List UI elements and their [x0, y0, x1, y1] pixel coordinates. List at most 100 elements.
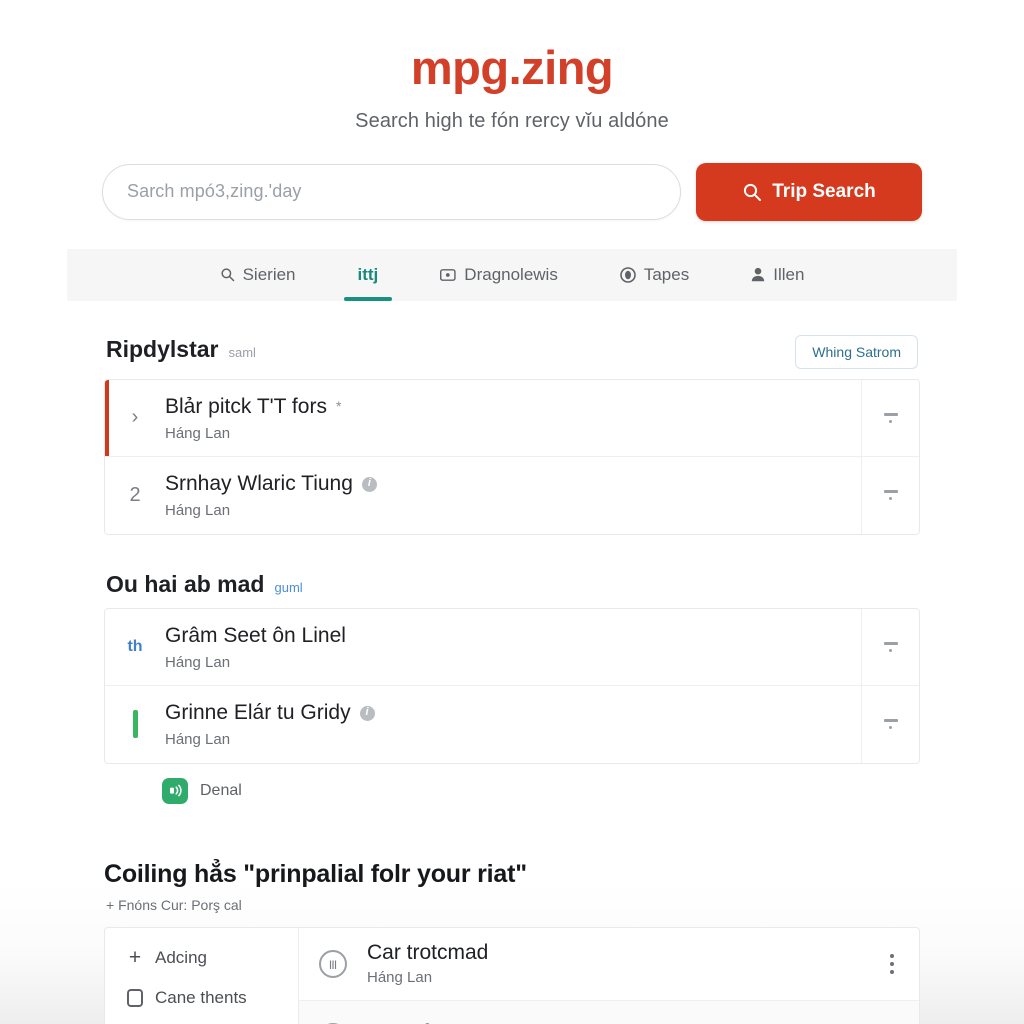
- section-ou-hai-ab-mad: Ou hai ab mad guml th Grâm Seet ôn Linel…: [104, 571, 920, 804]
- circle-train-icon: |||: [319, 949, 347, 978]
- coiling-panel: + Adcing Cane thents Autipoda ||| Car tr…: [104, 926, 920, 1024]
- sidebar-item-label: Adcing: [155, 947, 207, 967]
- row-content: Srnhay Wlaric Tiung i Háng Lan: [165, 471, 861, 519]
- tab-bar: Sierien ittj Dragnolewis Tapes Illen: [67, 248, 957, 301]
- row-content: Grâm Seet ôn Linel Háng Lan: [165, 623, 861, 671]
- list-item[interactable]: th Grâm Seet ôn Linel Háng Lan: [105, 608, 919, 686]
- row-lead-marker: th: [127, 637, 143, 655]
- row-title-wrap: Srnhay Wlaric Tiung i: [165, 471, 845, 497]
- tab-sierien[interactable]: Sierien: [206, 249, 310, 301]
- row-title-wrap: Grinne Elár tu Gridy i: [165, 700, 845, 726]
- tab-label: ittj: [357, 264, 379, 284]
- dot-icon: [889, 419, 892, 423]
- tab-label: Sierien: [242, 264, 296, 284]
- row-accent-bar: [105, 609, 109, 685]
- row-lead-chevron: ›: [131, 406, 139, 429]
- star-icon: *: [335, 397, 342, 414]
- dot-icon: [889, 726, 892, 730]
- search-placeholder: Sarch mpó3,zing.'day: [127, 181, 302, 202]
- kebab-icon[interactable]: [873, 953, 911, 974]
- ou-hai-list: th Grâm Seet ôn Linel Háng Lan Grinne El…: [104, 607, 920, 764]
- row-menu-button[interactable]: [861, 685, 919, 763]
- row-content: Car trotcmad Háng Lan: [367, 941, 873, 986]
- tab-ittj[interactable]: ittj: [343, 249, 393, 301]
- row-content: Blảr pitck T'T fors * Háng Lan: [165, 394, 861, 442]
- sidebar-item-label: Cane thents: [155, 987, 247, 1007]
- section-title: Ou hai ab mad: [106, 570, 265, 597]
- trip-search-label: Trip Search: [772, 180, 876, 202]
- square-icon: [127, 988, 143, 1007]
- section-subtitle: saml: [228, 344, 256, 360]
- trip-search-button[interactable]: Trip Search: [696, 162, 922, 221]
- tab-label: Dragnolewis: [464, 264, 558, 284]
- list-item[interactable]: 2 Srnhay Wlaric Tiung i Háng Lan: [105, 456, 919, 534]
- dash-icon: [883, 719, 898, 723]
- row-title: Grinne Elár tu Gridy: [165, 701, 351, 725]
- list-item[interactable]: Grinne Elár tu Gridy i Háng Lan: [105, 685, 919, 763]
- dash-icon: [883, 641, 898, 645]
- section-subtitle: + Fnóns Cur: Porş cal: [106, 896, 242, 913]
- tab-dragnolewis[interactable]: Dragnolewis: [426, 249, 572, 301]
- tab-label: Illen: [773, 264, 805, 284]
- row-subtitle: Háng Lan: [367, 969, 433, 987]
- ripdylstar-list: › Blảr pitck T'T fors * Háng Lan 2 Srnha…: [104, 378, 920, 535]
- page-root: mpg.zing Search high te fón rercy vĭu al…: [0, 0, 1024, 1024]
- tab-label: Tapes: [643, 264, 690, 284]
- brand-dot: .: [508, 41, 522, 94]
- video-icon: [440, 268, 456, 281]
- green-bar-icon: [132, 710, 138, 739]
- row-subtitle: Háng Lan: [165, 731, 231, 749]
- section-header: Ou hai ab mad guml: [104, 571, 920, 608]
- search-input[interactable]: Sarch mpó3,zing.'day: [102, 163, 681, 220]
- section-ripdylstar: Ripdylstar saml Whing Satrom › Blảr pitc…: [104, 334, 920, 535]
- dot-icon: [889, 648, 892, 652]
- row-subtitle: Háng Lan: [165, 653, 231, 671]
- denal-chip[interactable]: Denal: [104, 764, 920, 804]
- tagline: Search high te fón rercy vĭu aldóne: [355, 109, 669, 132]
- whing-satrom-button[interactable]: Whing Satrom: [795, 334, 918, 369]
- list-item[interactable]: › Blảr pitck T'T fors * Háng Lan: [105, 379, 919, 457]
- panel-list: ||| Car trotcmad Háng Lan ▭ Câr Cẳr: [299, 928, 919, 1024]
- row-subtitle: Háng Lan: [165, 424, 231, 442]
- tab-tapes[interactable]: Tapes: [606, 249, 703, 301]
- denal-label: Denal: [200, 781, 242, 799]
- dash-icon: [883, 412, 898, 416]
- section-header: Ripdylstar saml Whing Satrom: [104, 334, 920, 379]
- row-lead-index: 2: [129, 483, 141, 506]
- row-title-wrap: Grâm Seet ôn Linel: [165, 623, 845, 649]
- list-item[interactable]: ▭ Câr Cẳr ⌃: [299, 1000, 919, 1024]
- row-content: Grinne Elár tu Gridy i Háng Lan: [165, 700, 861, 748]
- row-menu-button[interactable]: [861, 456, 919, 534]
- sidebar-item-adcing[interactable]: + Adcing: [127, 946, 298, 970]
- search-icon: [221, 268, 234, 282]
- brand-title: mpg.zing: [0, 0, 1024, 94]
- row-title: Blảr pitck T'T fors: [165, 394, 327, 418]
- plus-icon: +: [128, 945, 142, 969]
- sidebar-item-cane-thents[interactable]: Cane thents: [127, 988, 298, 1008]
- search-icon: [744, 183, 762, 201]
- brand-name-secondary: zing: [521, 41, 614, 94]
- dot-icon: [890, 961, 894, 966]
- tab-illen[interactable]: Illen: [737, 249, 818, 301]
- panel-sidebar: + Adcing Cane thents Autipoda: [105, 927, 299, 1024]
- row-title: Srnhay Wlaric Tiung: [165, 472, 353, 496]
- info-icon: i: [359, 705, 375, 721]
- person-icon: [752, 268, 765, 282]
- row-subtitle: Háng Lan: [165, 502, 231, 520]
- search-row: Sarch mpó3,zing.'day Trip Search: [102, 162, 922, 221]
- section-subtitle: guml: [274, 579, 303, 595]
- disc-icon: [620, 266, 636, 283]
- row-menu-button[interactable]: [861, 379, 919, 456]
- broadcast-icon: [162, 777, 188, 804]
- dot-icon: [890, 969, 894, 974]
- row-menu-button[interactable]: [861, 608, 919, 685]
- row-lead-marker: [105, 710, 165, 739]
- brand-name-primary: mpg: [410, 41, 509, 94]
- section-title: Coiling hẳs "prinpalial folr your riat": [104, 859, 527, 888]
- row-accent-bar: [105, 379, 109, 456]
- row-accent-bar: [105, 457, 109, 534]
- row-title: Car trotcmad: [367, 941, 489, 965]
- row-title: Grâm Seet ôn Linel: [165, 623, 346, 647]
- list-item[interactable]: ||| Car trotcmad Háng Lan: [299, 928, 919, 1001]
- section-coiling: Coiling hẳs "prinpalial folr your riat" …: [104, 860, 920, 1024]
